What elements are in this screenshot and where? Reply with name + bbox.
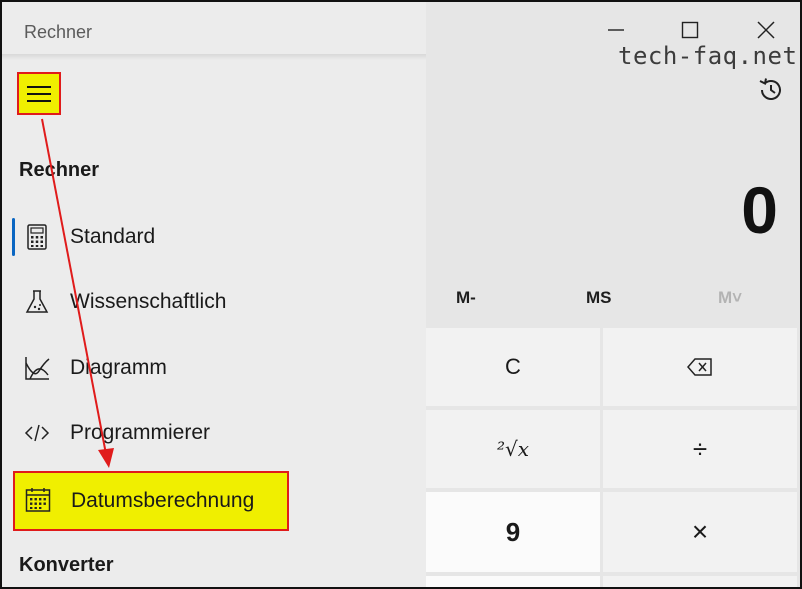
nav-item-programmer[interactable]: Programmierer xyxy=(12,406,422,462)
app-title: Rechner xyxy=(24,22,93,42)
memory-subtract-button[interactable]: M- xyxy=(456,288,476,308)
calculator-icon xyxy=(27,224,47,250)
root-button[interactable]: ²√x xyxy=(426,410,600,488)
hamburger-icon xyxy=(27,92,51,95)
divider xyxy=(2,54,426,60)
section-heading-converter: Konverter xyxy=(19,554,114,576)
memory-list-button[interactable]: M˅ xyxy=(718,288,742,308)
hamburger-icon xyxy=(27,85,51,88)
nav-item-label: Datumsberechnung xyxy=(71,489,255,512)
calendar-icon xyxy=(25,488,51,512)
nav-item-date-calculation[interactable]: Datumsberechnung xyxy=(13,471,289,531)
active-indicator xyxy=(12,218,15,256)
multiply-button[interactable]: × xyxy=(603,492,797,572)
nav-item-label: Standard xyxy=(70,225,156,248)
digit-9-button[interactable]: 9 xyxy=(426,492,600,572)
watermark: tech-faq.net xyxy=(618,42,798,70)
backspace-button[interactable] xyxy=(603,328,797,406)
graph-icon xyxy=(25,357,50,380)
navigation-pane: Rechner Rechner Standard Wissenschaftlic… xyxy=(2,2,426,587)
key-row-partial[interactable] xyxy=(426,576,600,587)
maximize-icon xyxy=(681,21,699,39)
hamburger-icon xyxy=(27,99,51,102)
backspace-icon xyxy=(687,358,712,376)
nav-item-scientific[interactable]: Wissenschaftlich xyxy=(12,275,422,331)
nav-item-standard[interactable]: Standard xyxy=(12,210,422,266)
nav-item-label: Diagramm xyxy=(70,356,167,379)
calculator-window: tech-faq.net 0 M- MS M˅ C ²√x ÷ 9 × Rech… xyxy=(0,0,802,589)
code-icon xyxy=(24,424,50,442)
history-button[interactable] xyxy=(756,75,786,105)
memory-store-button[interactable]: MS xyxy=(586,288,612,308)
clear-button[interactable]: C xyxy=(426,328,600,406)
nav-item-label: Programmierer xyxy=(70,421,211,444)
nav-item-label: Wissenschaftlich xyxy=(70,290,227,313)
nav-item-graphing[interactable]: Diagramm xyxy=(12,341,422,397)
history-icon xyxy=(759,78,781,100)
close-icon xyxy=(757,21,775,39)
key-row-partial[interactable] xyxy=(603,576,797,587)
divide-button[interactable]: ÷ xyxy=(603,410,797,488)
section-heading-calculator: Rechner xyxy=(19,159,100,181)
flask-icon xyxy=(25,290,49,313)
result-display: 0 xyxy=(741,173,778,247)
menu-button[interactable] xyxy=(17,72,61,115)
minimize-icon xyxy=(608,29,624,31)
